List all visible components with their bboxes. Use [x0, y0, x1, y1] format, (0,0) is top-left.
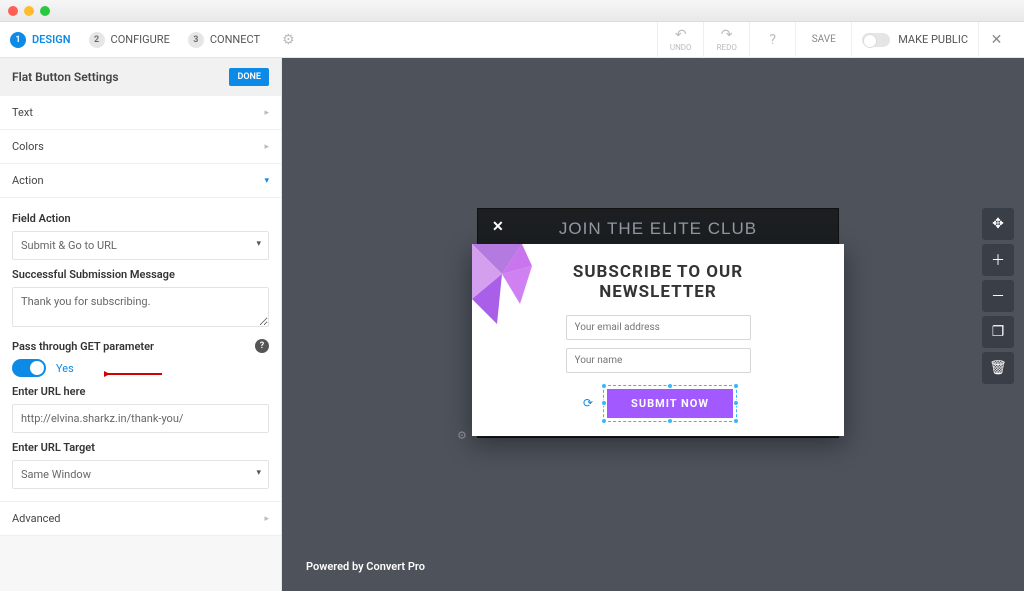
remove-tool-icon[interactable]: －: [982, 280, 1014, 312]
add-tool-icon[interactable]: ＋: [982, 244, 1014, 276]
chevron-right-icon: ▸: [264, 142, 269, 152]
step-number: 3: [188, 32, 204, 48]
powered-by-label: Powered by Convert Pro: [306, 560, 425, 573]
undo-label: UNDO: [670, 43, 692, 52]
url-input[interactable]: [12, 404, 269, 433]
undo-button[interactable]: ↶UNDO: [657, 22, 703, 58]
canvas-toolbox: ✥ ＋ － ❐ 🗑: [982, 208, 1014, 384]
move-tool-icon[interactable]: ✥: [982, 208, 1014, 240]
help-icon: ?: [769, 32, 776, 48]
help-icon[interactable]: ?: [255, 339, 269, 353]
help-button[interactable]: ?: [749, 22, 795, 58]
window-close-dot[interactable]: [8, 6, 18, 16]
step-label: CONFIGURE: [111, 33, 170, 46]
section-colors[interactable]: Colors ▸: [0, 130, 281, 164]
decorative-polygons: [472, 244, 562, 354]
publish-label: MAKE PUBLIC: [898, 33, 968, 46]
section-label: Action: [12, 174, 44, 187]
section-label: Colors: [12, 140, 44, 153]
url-label: Enter URL here: [12, 385, 269, 398]
delete-tool-icon[interactable]: 🗑: [982, 352, 1014, 384]
undo-icon: ↶: [675, 27, 687, 43]
success-message-textarea[interactable]: [12, 287, 269, 327]
panel-title: Flat Button Settings: [12, 70, 119, 84]
close-button[interactable]: ✕: [978, 22, 1014, 58]
popup-close-icon[interactable]: ✕: [492, 219, 504, 235]
submit-button[interactable]: SUBMIT NOW: [607, 389, 733, 418]
settings-gear-icon[interactable]: ⚙: [282, 32, 295, 48]
window-max-dot[interactable]: [40, 6, 50, 16]
save-button[interactable]: SAVE: [795, 22, 851, 58]
redo-icon: ↷: [721, 27, 733, 43]
top-toolbar: 1 DESIGN 2 CONFIGURE 3 CONNECT ⚙ ↶UNDO ↷…: [0, 22, 1024, 58]
publish-toggle[interactable]: MAKE PUBLIC: [851, 22, 978, 58]
title-line2: NEWSLETTER: [599, 282, 716, 302]
window-titlebar: [0, 0, 1024, 22]
passthrough-label: Pass through GET parameter: [12, 340, 154, 353]
url-target-label: Enter URL Target: [12, 441, 269, 454]
chevron-right-icon: ▸: [264, 108, 269, 118]
name-input[interactable]: [566, 348, 751, 373]
popup-front-card[interactable]: SUBSCRIBE TO OUR NEWSLETTER ⟳ SUBMIT NOW: [472, 244, 844, 436]
publish-switch[interactable]: [862, 33, 890, 47]
step-configure[interactable]: 2 CONFIGURE: [89, 32, 170, 48]
popup-back-headline[interactable]: JOIN THE ELITE CLUB: [478, 209, 838, 249]
step-connect[interactable]: 3 CONNECT: [188, 32, 260, 48]
done-button[interactable]: DONE: [229, 68, 269, 86]
settings-sidebar: Flat Button Settings DONE Text▸ Colors▸ …: [0, 58, 282, 591]
url-target-select[interactable]: Same Window: [12, 460, 269, 489]
passthrough-toggle[interactable]: [12, 359, 46, 377]
section-action[interactable]: Action ▾: [0, 164, 281, 198]
email-input[interactable]: [566, 315, 751, 340]
panel-header: Flat Button Settings DONE: [0, 58, 281, 96]
copy-tool-icon[interactable]: ❐: [982, 316, 1014, 348]
chevron-down-icon: ▾: [264, 176, 269, 186]
redo-button[interactable]: ↷REDO: [703, 22, 749, 58]
window-min-dot[interactable]: [24, 6, 34, 16]
refresh-icon[interactable]: ⟳: [583, 396, 593, 410]
passthrough-label-row: Pass through GET parameter ?: [12, 339, 269, 353]
submit-button-selected[interactable]: SUBMIT NOW: [607, 389, 733, 418]
chevron-right-icon: ▸: [264, 514, 269, 524]
success-message-label: Successful Submission Message: [12, 268, 269, 281]
step-design[interactable]: 1 DESIGN: [10, 32, 71, 48]
section-label: Text: [12, 106, 33, 119]
design-canvas[interactable]: ✕ JOIN THE ELITE CLUB SUBSCRIBE TO OUR N…: [282, 58, 1024, 591]
action-panel-body: Field Action Submit & Go to URL Successf…: [0, 198, 281, 502]
toggle-state-label: Yes: [56, 362, 74, 375]
section-advanced[interactable]: Advanced ▸: [0, 502, 281, 536]
step-number: 2: [89, 32, 105, 48]
step-number: 1: [10, 32, 26, 48]
element-settings-gear-icon[interactable]: ⚙: [457, 429, 467, 442]
title-line1: SUBSCRIBE TO OUR: [573, 262, 743, 282]
step-label: CONNECT: [210, 33, 260, 46]
field-action-label: Field Action: [12, 212, 269, 225]
redo-label: REDO: [717, 43, 737, 52]
field-action-select[interactable]: Submit & Go to URL: [12, 231, 269, 260]
section-label: Advanced: [12, 512, 60, 525]
section-text[interactable]: Text ▸: [0, 96, 281, 130]
step-label: DESIGN: [32, 33, 71, 46]
